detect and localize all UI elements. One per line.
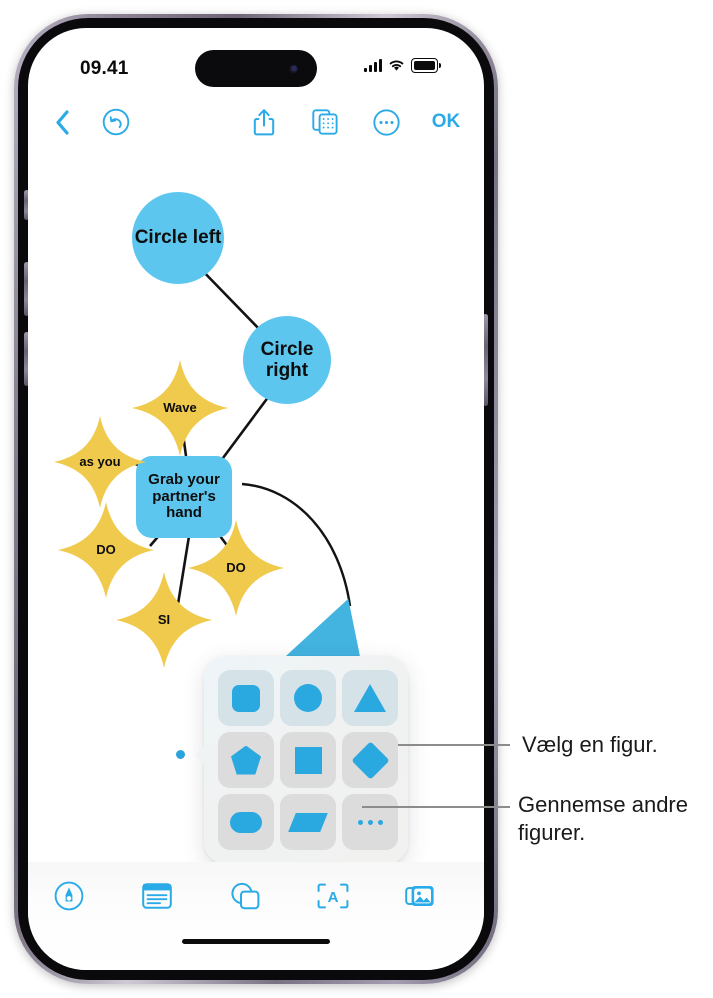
shape-cell-rounded-square[interactable]: [218, 670, 274, 726]
circle-icon: [294, 684, 322, 712]
copy-layers-icon: [312, 109, 338, 135]
node-label: DO: [226, 559, 246, 575]
parallelogram-icon: [288, 812, 328, 832]
bottom-toolbar: A: [28, 862, 484, 970]
node-label: Wave: [163, 399, 197, 415]
media-tool-button[interactable]: [394, 876, 448, 916]
undo-circle-icon: [102, 108, 130, 136]
shape-cell-pentagon[interactable]: [218, 732, 274, 788]
share-icon: [253, 108, 275, 136]
square-icon: [294, 746, 322, 774]
cellular-bars-icon: [364, 59, 382, 72]
status-indicators: [364, 58, 441, 73]
duplicate-button[interactable]: [302, 100, 348, 144]
shape-cell-diamond[interactable]: [342, 732, 398, 788]
node-circle-right[interactable]: Circle right: [243, 316, 331, 404]
front-camera-icon: [287, 62, 300, 75]
status-bar: 09.41: [28, 28, 484, 90]
text-tool-button[interactable]: A: [306, 876, 360, 916]
callout-leader-line-1: [398, 744, 510, 746]
iphone-mockup: 09.41 OK Circle left Circle right Grab y…: [14, 14, 498, 984]
dynamic-island: [195, 50, 317, 87]
chevron-left-icon: [55, 109, 70, 135]
mindmap-canvas[interactable]: Circle left Circle right Grab your partn…: [28, 144, 484, 862]
popover-arrow: [195, 744, 205, 766]
shape-picker-popover[interactable]: [176, 656, 408, 862]
callout-browse-shapes: Gennemse andre figurer.: [518, 792, 688, 846]
diamond-icon: [350, 740, 390, 780]
note-icon: [142, 883, 172, 909]
status-clock: 09.41: [80, 58, 129, 79]
battery-icon: [411, 58, 441, 73]
home-indicator[interactable]: [182, 939, 330, 944]
node-circle-left[interactable]: Circle left: [132, 192, 224, 284]
wifi-icon: [388, 59, 405, 72]
pen-circle-icon: [54, 881, 84, 911]
insertion-anchor-dot: [176, 750, 185, 759]
undo-button[interactable]: [94, 100, 138, 144]
shape-cell-square[interactable]: [280, 732, 336, 788]
callout-choose-shape: Vælg en figur.: [522, 732, 658, 757]
top-toolbar: OK: [28, 100, 484, 144]
back-button[interactable]: [42, 100, 82, 144]
more-circle-icon: [372, 108, 400, 136]
pill-icon: [230, 811, 262, 833]
node-label: DO: [96, 541, 116, 557]
photos-icon: [405, 883, 437, 909]
node-star-as-you[interactable]: as you: [54, 416, 146, 508]
triangle-icon: [354, 684, 386, 712]
callout-leader-line-2: [362, 806, 510, 808]
draw-tool-button[interactable]: [42, 876, 96, 916]
shapes-icon: [230, 882, 260, 910]
shape-cell-triangle[interactable]: [342, 670, 398, 726]
node-label: as you: [79, 453, 121, 469]
done-button[interactable]: OK: [420, 100, 472, 144]
rounded-square-icon: [232, 684, 260, 712]
shape-cell-circle[interactable]: [280, 670, 336, 726]
phone-screen: 09.41 OK Circle left Circle right Grab y…: [28, 28, 484, 970]
note-tool-button[interactable]: [130, 876, 184, 916]
svg-text:A: A: [328, 889, 339, 906]
pentagon-icon: [231, 745, 261, 775]
shape-cell-pill[interactable]: [218, 794, 274, 850]
shape-grid: [218, 670, 398, 850]
share-button[interactable]: [242, 100, 286, 144]
text-box-icon: A: [317, 883, 349, 909]
node-star-wave[interactable]: Wave: [132, 360, 228, 456]
shape-cell-parallelogram[interactable]: [280, 794, 336, 850]
node-star-si[interactable]: SI: [116, 572, 212, 668]
ellipsis-icon: [357, 819, 383, 825]
node-label: SI: [157, 611, 171, 627]
shapes-tool-button[interactable]: [218, 876, 272, 916]
more-options-button[interactable]: [364, 100, 408, 144]
shape-cell-more[interactable]: [342, 794, 398, 850]
